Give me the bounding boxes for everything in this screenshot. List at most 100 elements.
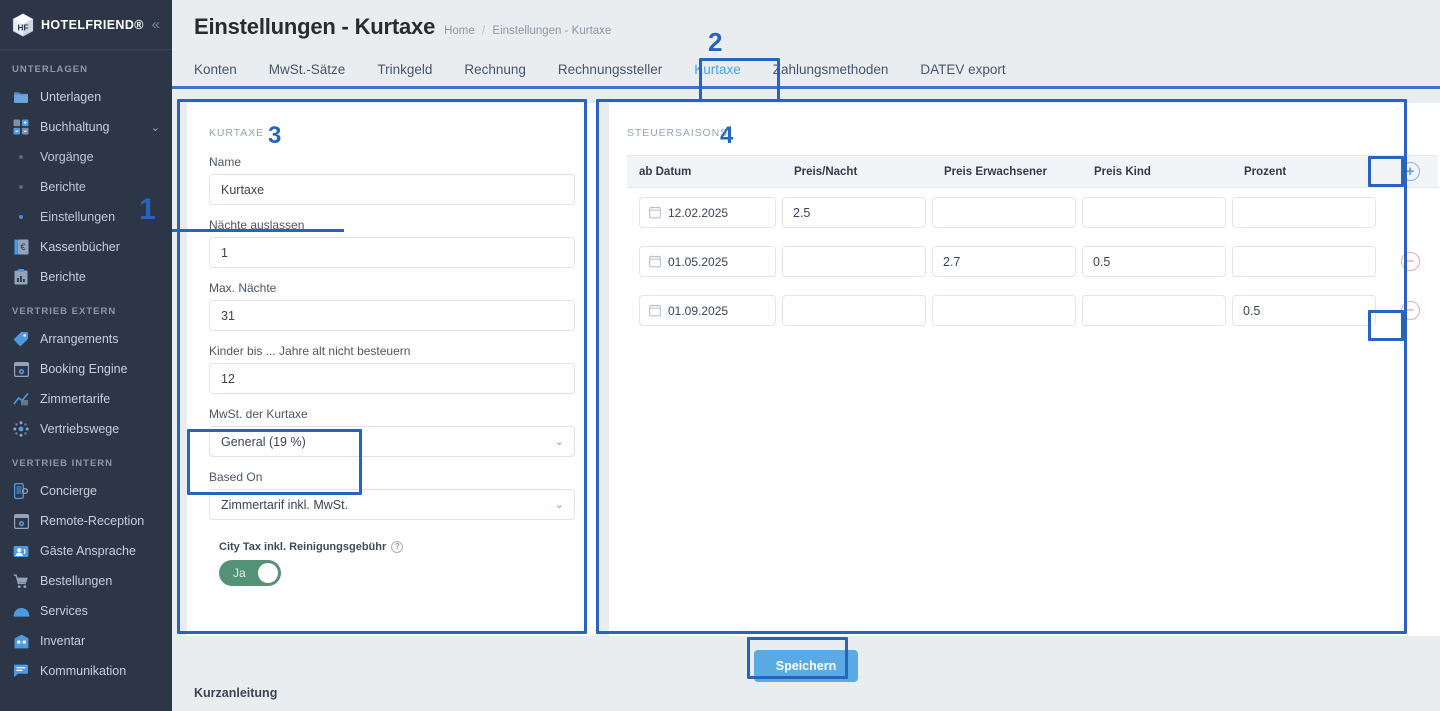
tab-rechnung[interactable]: Rechnung xyxy=(464,62,526,86)
sidebar-item-unterlagen[interactable]: Unterlagen xyxy=(0,82,172,112)
sidebar-item-inventar[interactable]: Inventar xyxy=(0,626,172,656)
field-label: Name xyxy=(209,155,242,169)
percent-input-1[interactable] xyxy=(1232,197,1376,228)
vat-select[interactable] xyxy=(209,426,575,457)
price-child-input-3[interactable] xyxy=(1082,295,1226,326)
breadcrumb: Home / Einstellungen - Kurtaxe xyxy=(444,25,611,37)
sidebar-item-bestellungen[interactable]: Bestellungen xyxy=(0,566,172,596)
price-adult-input-2[interactable] xyxy=(932,246,1076,277)
vat-select-wrap[interactable]: ⌄ xyxy=(209,426,575,457)
sidebar-item-remote-reception[interactable]: Remote-Reception xyxy=(0,506,172,536)
date-picker-3[interactable]: 01.09.2025 xyxy=(639,295,776,326)
chat-bubble-icon xyxy=(12,662,30,680)
nav-section-unterlagen: UNTERLAGEN xyxy=(12,64,88,75)
chevron-double-left-icon[interactable]: « xyxy=(150,15,162,34)
app-root: HF HOTELFRIEND® « UNTERLAGEN Unterlagen xyxy=(0,0,1440,711)
sidebar-item-kommunikation[interactable]: Kommunikation xyxy=(0,656,172,686)
left-panel-caption: KURTAXE xyxy=(209,127,264,139)
city-tax-toggle-block: City Tax inkl. Reinigungsgebühr ? Ja xyxy=(209,533,575,596)
sidebar-item-vertriebswege[interactable]: Vertriebswege xyxy=(0,414,172,444)
cell-date: 01.05.2025 xyxy=(627,237,782,286)
calendar-icon xyxy=(649,255,661,268)
percent-input-2[interactable] xyxy=(1232,246,1376,277)
date-picker-2[interactable]: 01.05.2025 xyxy=(639,246,776,277)
save-button[interactable]: Speichern xyxy=(753,650,859,682)
column-header-preis-kind: Preis Kind xyxy=(1082,155,1232,188)
circle-minus-icon[interactable]: − xyxy=(1400,252,1420,271)
sidebar-item-kassenbuecher[interactable]: € Kassenbücher xyxy=(0,232,172,262)
sidebar-item-arrangements[interactable]: Arrangements xyxy=(0,324,172,354)
date-value: 12.02.2025 xyxy=(668,205,729,220)
sidebar-item-label: Vorgänge xyxy=(40,150,94,164)
sidebar-item-label: Arrangements xyxy=(40,332,119,346)
cashbook-icon: € xyxy=(12,238,30,256)
children-age-input[interactable] xyxy=(209,363,575,394)
cell-percent xyxy=(1232,188,1382,238)
sidebar-item-berichte-sub[interactable]: Berichte xyxy=(0,172,172,202)
column-header-prozent: Prozent xyxy=(1232,155,1382,188)
price-night-input-1[interactable] xyxy=(782,197,926,228)
sidebar-item-label: Berichte xyxy=(40,270,86,284)
sidebar: HF HOTELFRIEND® « UNTERLAGEN Unterlagen xyxy=(0,0,172,711)
based-on-select-wrap[interactable]: ⌄ xyxy=(209,489,575,520)
column-header-preis-erwachsener: Preis Erwachsener xyxy=(932,155,1082,188)
topbar: Einstellungen - Kurtaxe Home / Einstellu… xyxy=(172,0,1440,89)
sidebar-item-gaeste-ansprache[interactable]: Gäste Ansprache xyxy=(0,536,172,566)
sidebar-item-services[interactable]: Services xyxy=(0,596,172,626)
mobile-gear-icon xyxy=(12,482,30,500)
sidebar-item-label: Einstellungen xyxy=(40,210,116,224)
sidebar-item-concierge[interactable]: Concierge xyxy=(0,476,172,506)
price-night-input-3[interactable] xyxy=(782,295,926,326)
tab-zahlungsmethoden[interactable]: Zahlungsmethoden xyxy=(773,62,889,86)
dot-icon xyxy=(12,148,30,166)
cell-price-night xyxy=(782,188,932,238)
sidebar-item-vorgaenge[interactable]: Vorgänge xyxy=(0,142,172,172)
breadcrumb-home[interactable]: Home xyxy=(444,25,475,37)
footer-actions: Speichern xyxy=(172,650,1440,682)
max-nights-input[interactable] xyxy=(209,300,575,331)
price-child-input-1[interactable] xyxy=(1082,197,1226,228)
calendar-icon xyxy=(649,206,661,219)
name-input[interactable] xyxy=(209,174,575,205)
sidebar-item-berichte[interactable]: Berichte xyxy=(0,262,172,292)
price-adult-input-3[interactable] xyxy=(932,295,1076,326)
price-night-input-2[interactable] xyxy=(782,246,926,277)
chevron-down-icon: ⌄ xyxy=(150,121,160,134)
sidebar-item-label: Buchhaltung xyxy=(40,120,110,134)
cell-date: 01.09.2025 xyxy=(627,286,782,335)
price-child-input-2[interactable] xyxy=(1082,246,1226,277)
tab-konten[interactable]: Konten xyxy=(194,62,237,86)
sidebar-item-booking-engine[interactable]: Booking Engine xyxy=(0,354,172,384)
sidebar-item-label: Concierge xyxy=(40,484,97,498)
circle-plus-icon[interactable]: + xyxy=(1400,162,1420,181)
dot-icon xyxy=(12,208,30,226)
question-mark-icon[interactable]: ? xyxy=(391,541,404,553)
content-area: KURTAXE Name Nächte auslassen Max. Nächt… xyxy=(172,89,1440,636)
tab-rechnungssteller[interactable]: Rechnungssteller xyxy=(558,62,662,86)
tab-kurtaxe[interactable]: Kurtaxe xyxy=(694,62,741,86)
page-title: Einstellungen - Kurtaxe xyxy=(194,14,436,39)
circle-minus-icon[interactable]: − xyxy=(1400,301,1420,320)
cube-logo-icon: HF xyxy=(12,12,34,37)
tab-datev-export[interactable]: DATEV export xyxy=(920,62,1005,86)
field-name: Name xyxy=(209,155,575,205)
folder-icon xyxy=(12,88,30,106)
calendar-icon xyxy=(649,304,661,317)
speaker-person-icon xyxy=(12,542,30,560)
sidebar-item-buchhaltung[interactable]: Buchhaltung ⌄ xyxy=(0,112,172,142)
sidebar-item-einstellungen[interactable]: Einstellungen xyxy=(0,202,172,232)
tab-mwst-saetze[interactable]: MwSt.-Sätze xyxy=(269,62,346,86)
column-header-ab-datum: ab Datum xyxy=(627,155,782,188)
tab-trinkgeld[interactable]: Trinkgeld xyxy=(377,62,432,86)
price-adult-input-1[interactable] xyxy=(932,197,1076,228)
date-picker-1[interactable]: 12.02.2025 xyxy=(639,197,776,228)
city-tax-toggle[interactable]: Ja xyxy=(219,560,281,586)
shopping-cart-icon xyxy=(12,572,30,590)
field-label: Kinder bis ... Jahre alt nicht besteuern xyxy=(209,344,411,358)
sidebar-item-zimmertarife[interactable]: Zimmertarife xyxy=(0,384,172,414)
field-skip-nights: Nächte auslassen xyxy=(209,218,575,268)
skip-nights-input[interactable] xyxy=(209,237,575,268)
percent-input-3[interactable] xyxy=(1232,295,1376,326)
nav-section-vertrieb-intern: VERTRIEB INTERN xyxy=(12,458,114,469)
based-on-select[interactable] xyxy=(209,489,575,520)
